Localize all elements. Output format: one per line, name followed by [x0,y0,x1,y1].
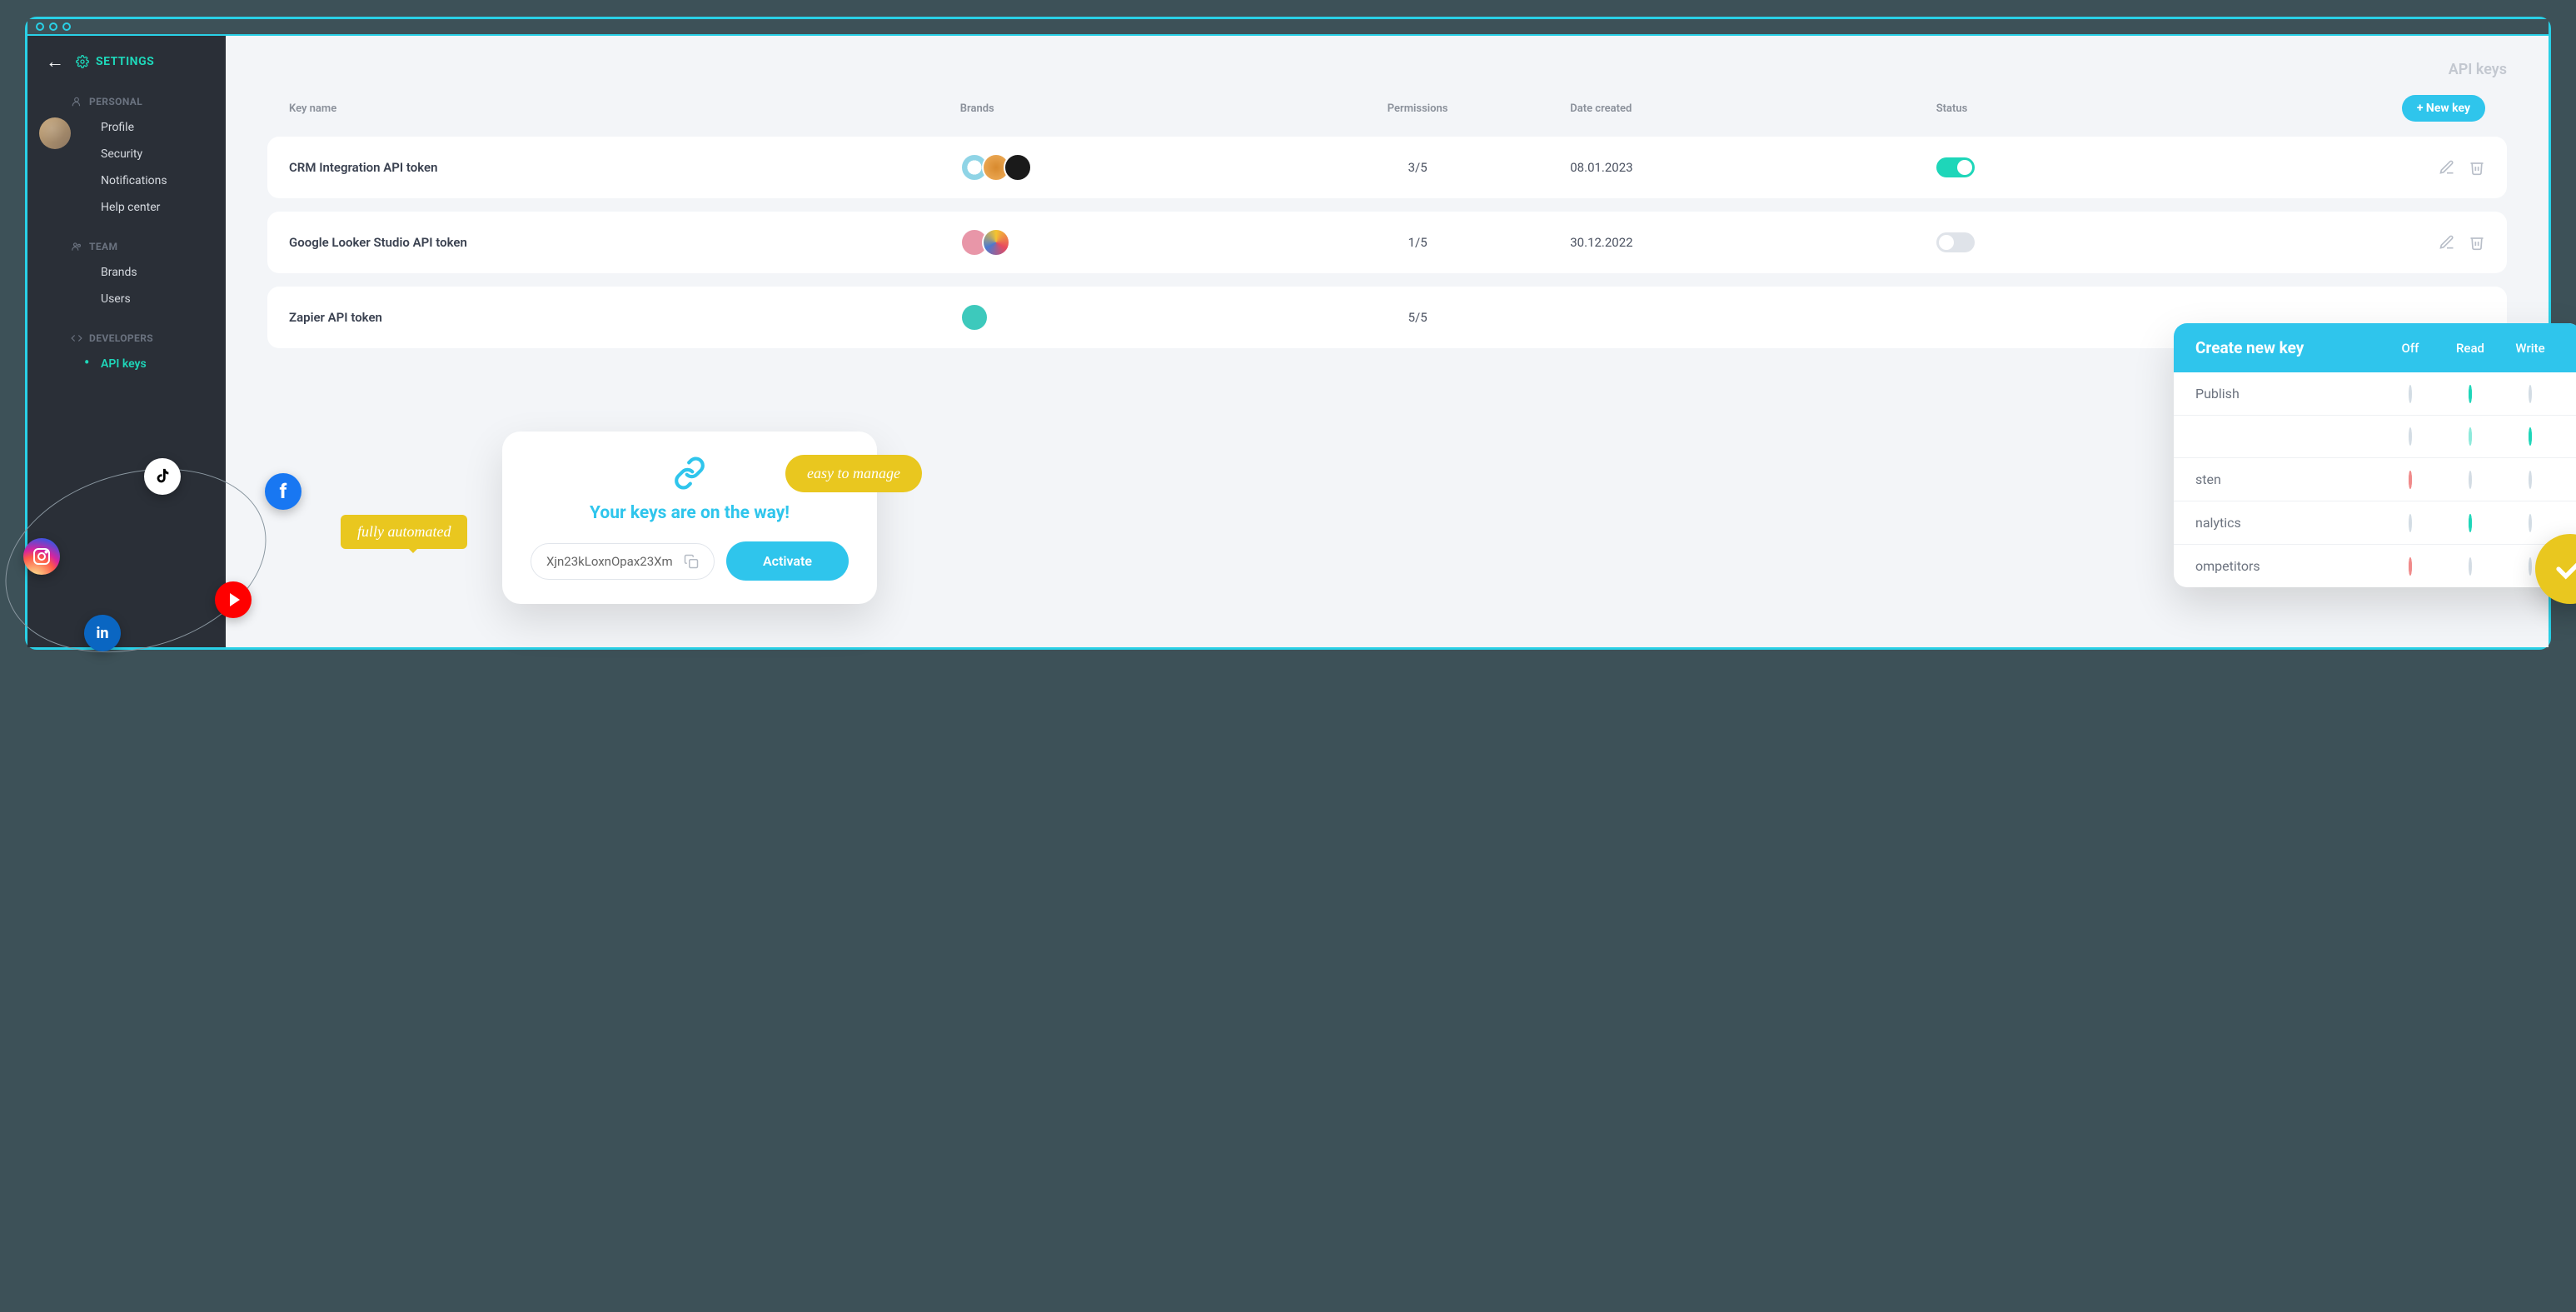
callout-manage: easy to manage [785,455,922,492]
section-personal: PERSONAL [27,87,226,114]
perm-row: nalytics [2174,501,2576,545]
perm-radio-off[interactable] [2409,427,2412,446]
linkedin-icon: in [84,615,121,651]
perm-radio-off[interactable] [2409,471,2412,489]
key-name: Zapier API token [289,310,960,325]
facebook-icon: f [265,473,301,510]
perm-radio-read[interactable] [2469,471,2472,489]
nav-users[interactable]: Users [27,286,226,312]
perm-radio-read[interactable] [2469,427,2472,446]
edit-icon[interactable] [2439,159,2455,176]
permissions-panel: Create new key Off Read Write Publish st… [2174,323,2576,587]
instagram-icon [23,538,60,575]
perm-label: sten [2195,471,2380,487]
perm-radio-read[interactable] [2469,385,2472,403]
perm-row: ompetitors [2174,545,2576,587]
perm-col-off: Off [2380,341,2440,356]
nav-api-keys[interactable]: API keys [27,351,226,377]
perm-radio-off[interactable] [2409,557,2412,576]
avatar[interactable] [39,117,71,149]
date-value: 08.01.2023 [1570,160,1936,175]
perm-row: Publish [2174,372,2576,416]
perm-radio-off[interactable] [2409,385,2412,403]
status-toggle[interactable] [1936,157,1975,177]
key-value: Xjn23kLoxnOpax23Xm [546,554,673,569]
col-status: Status [1936,102,2180,115]
brand-icons [960,228,1265,257]
back-arrow-icon[interactable]: ← [46,51,64,72]
youtube-icon [215,581,252,618]
perm-label: Publish [2195,386,2380,402]
col-name: Key name [289,102,960,115]
perm-col-write: Write [2500,341,2560,356]
link-icon [673,456,706,493]
perms-value: 3/5 [1265,160,1570,175]
trash-icon[interactable] [2469,234,2485,251]
col-perms: Permissions [1265,102,1570,115]
callout-automated: fully automated [341,515,467,549]
perm-col-read: Read [2440,341,2500,356]
check-icon [2553,551,2576,586]
table-row: CRM Integration API token 3/5 08.01.2023 [267,137,2507,198]
perm-radio-write[interactable] [2529,427,2532,446]
perm-radio-off[interactable] [2409,514,2412,532]
section-developers: DEVELOPERS [27,324,226,351]
table-header: Key name Brands Permissions Date created… [267,95,2507,137]
app-window: ← SETTINGS PERSONAL Profile Security Not… [25,17,2551,650]
key-value-field: Xjn23kLoxnOpax23Xm [531,543,715,580]
gear-icon [76,55,89,68]
person-icon [71,96,82,107]
brand-icons [960,153,1265,182]
perm-radio-read[interactable] [2469,514,2472,532]
copy-icon[interactable] [684,554,699,569]
key-name: CRM Integration API token [289,160,960,175]
key-name: Google Looker Studio API token [289,235,960,250]
titlebar [27,19,2549,36]
perms-value: 5/5 [1265,310,1570,325]
perm-row: sten [2174,458,2576,501]
nav-help-center[interactable]: Help center [27,194,226,221]
perm-title: Create new key [2195,338,2380,357]
window-dot[interactable] [36,22,44,31]
window-dot[interactable] [62,22,71,31]
trash-icon[interactable] [2469,159,2485,176]
section-team: TEAM [27,232,226,259]
col-date: Date created [1570,102,1936,115]
code-icon [71,332,82,344]
window-dot[interactable] [49,22,57,31]
activate-button[interactable]: Activate [726,541,849,581]
status-toggle[interactable] [1936,232,1975,252]
perm-header: Create new key Off Read Write [2174,323,2576,372]
brand-icon [1004,153,1032,182]
brand-icon [960,303,989,332]
perm-radio-write[interactable] [2529,514,2532,532]
new-key-button[interactable]: + New key [2402,95,2485,122]
table-row: Zapier API token 5/5 [267,287,2507,348]
nav-notifications[interactable]: Notifications [27,167,226,194]
nav-brands[interactable]: Brands [27,259,226,286]
perm-label: nalytics [2195,515,2380,531]
perms-value: 1/5 [1265,235,1570,250]
edit-icon[interactable] [2439,234,2455,251]
brand-icon [982,228,1010,257]
keys-card-title: Your keys are on the way! [531,503,849,523]
perm-row [2174,416,2576,458]
date-value: 30.12.2022 [1570,235,1936,250]
tiktok-icon [144,458,181,495]
perm-radio-write[interactable] [2529,557,2532,576]
page-title: API keys [267,61,2507,78]
col-brands: Brands [960,102,1265,115]
settings-heading: SETTINGS [76,55,154,68]
perm-radio-write[interactable] [2529,471,2532,489]
perm-radio-read[interactable] [2469,557,2472,576]
table-row: Google Looker Studio API token 1/5 30.12… [267,212,2507,273]
team-icon [71,241,82,252]
brand-icons [960,303,1265,332]
perm-label: ompetitors [2195,558,2380,574]
perm-radio-write[interactable] [2529,385,2532,403]
